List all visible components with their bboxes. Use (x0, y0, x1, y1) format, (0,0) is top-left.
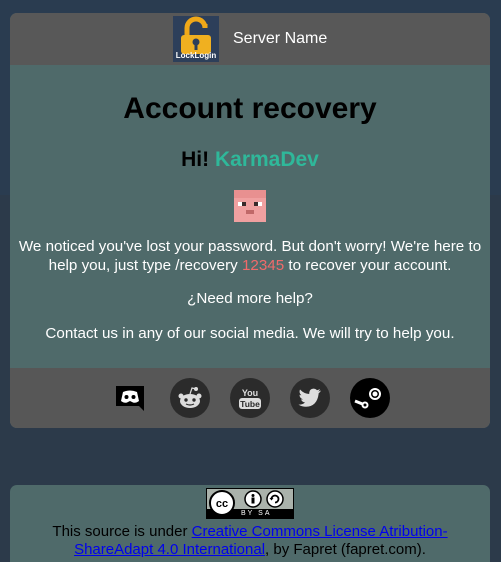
card-body: Account recovery Hi! KarmaDev We noticed… (10, 91, 490, 342)
message-part2: to recover your account. (284, 257, 452, 274)
steam-icon[interactable] (350, 378, 390, 418)
youtube-icon[interactable]: You Tube (230, 378, 270, 418)
license-text-after: , by Fapret (fapret.com). (265, 541, 426, 558)
svg-text:cc: cc (216, 498, 228, 510)
email-card: LockLogin Server Name Account recovery H… (10, 13, 490, 428)
recovery-code: 12345 (241, 257, 285, 274)
card-header: LockLogin Server Name (10, 13, 490, 65)
svg-text:Tube: Tube (240, 399, 260, 409)
svg-text:You: You (242, 388, 258, 398)
license-text-before: This source is under (52, 523, 192, 540)
page-title: Account recovery (123, 92, 377, 125)
cc-badge-label: BY SA (241, 510, 272, 517)
logo-text: LockLogin (175, 51, 217, 60)
help-text: ¿Need more help? (187, 290, 313, 307)
server-name: Server Name (233, 30, 328, 47)
recovery-message: We noticed you've lost your password. Bu… (10, 237, 490, 275)
username: KarmaDev (214, 148, 319, 171)
social-bar: You Tube (10, 368, 490, 428)
license-text: This source is under Creative Commons Li… (10, 523, 490, 559)
greeting: Hi! KarmaDev (10, 147, 490, 173)
cc-license-badge[interactable]: cc BY SA (206, 488, 294, 519)
license-footer: cc BY SA This source is under Creative C… (10, 485, 490, 562)
locklogin-logo: LockLogin (173, 16, 219, 62)
player-head-avatar (234, 190, 266, 222)
reddit-icon[interactable] (170, 378, 210, 418)
contact-text: Contact us in any of our social media. W… (45, 325, 455, 342)
twitter-icon[interactable] (290, 378, 330, 418)
discord-icon[interactable] (110, 378, 150, 418)
greeting-text: Hi! (181, 148, 210, 171)
